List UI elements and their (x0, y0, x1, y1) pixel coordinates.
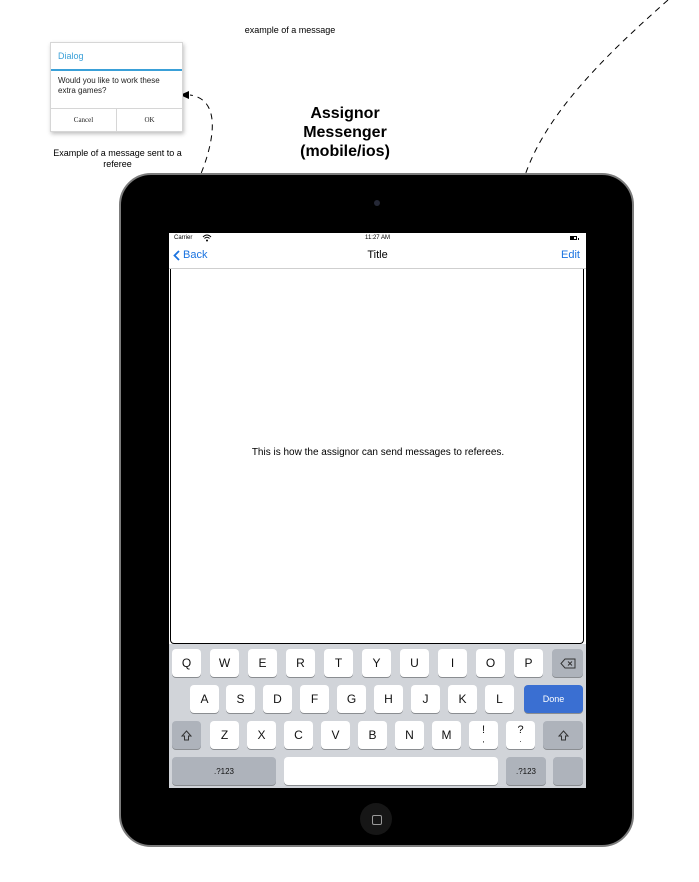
key-y[interactable]: Y (362, 649, 391, 677)
content-message: This is how the assignor can send messag… (251, 447, 505, 458)
key-k[interactable]: K (448, 685, 477, 713)
dialog-connector-line (189, 94, 213, 184)
dialog-title-rule (51, 69, 182, 71)
message-content-area[interactable]: This is how the assignor can send messag… (170, 269, 584, 644)
numbers-key-right[interactable]: .?123 (506, 757, 546, 785)
dialog-title: Dialog (58, 51, 84, 61)
example-dialog: Dialog Would you like to work these extr… (50, 42, 183, 132)
key-b[interactable]: B (358, 721, 387, 749)
key-f[interactable]: F (300, 685, 329, 713)
key-question-period[interactable]: ? . (506, 721, 535, 749)
key-t[interactable]: T (324, 649, 353, 677)
key-h[interactable]: H (374, 685, 403, 713)
key-m[interactable]: M (432, 721, 461, 749)
shift-icon (557, 729, 569, 740)
title-line-3: (mobile/ios) (300, 143, 390, 160)
key-l[interactable]: L (485, 685, 514, 713)
status-time: 11:27 AM (365, 235, 390, 241)
nav-bar: Back Title Edit (169, 244, 586, 269)
key-v[interactable]: V (321, 721, 350, 749)
key-o[interactable]: O (476, 649, 505, 677)
keyboard-dismiss-key[interactable] (553, 757, 583, 785)
key-s[interactable]: S (226, 685, 255, 713)
key-w[interactable]: W (210, 649, 239, 677)
key-q[interactable]: Q (172, 649, 201, 677)
battery-icon (570, 236, 579, 240)
camera-icon (374, 200, 380, 206)
status-bar: Carrier 11:27 AM (169, 233, 586, 244)
space-key[interactable] (284, 757, 498, 785)
key-p[interactable]: P (514, 649, 543, 677)
dialog-ok-button[interactable]: OK (116, 109, 182, 131)
example-message-label: example of a message (244, 25, 336, 35)
key-question-label: ? (517, 724, 524, 736)
dialog-message: Would you like to work these extra games… (58, 76, 160, 95)
numbers-key-left[interactable]: .?123 (172, 757, 276, 785)
key-n[interactable]: N (395, 721, 424, 749)
ipad-screen: Carrier 11:27 AM Back Title Edit This is… (169, 233, 586, 788)
key-g[interactable]: G (337, 685, 366, 713)
keyboard: Q W E R T Y U I O P A S D F G H J K L Do… (169, 644, 586, 788)
backspace-icon (559, 658, 575, 668)
key-x[interactable]: X (247, 721, 276, 749)
edit-button[interactable]: Edit (561, 249, 580, 261)
shift-right-key[interactable] (543, 721, 583, 749)
key-a[interactable]: A (190, 685, 219, 713)
key-exclaim-label: ! (481, 724, 486, 736)
shift-left-key[interactable] (172, 721, 201, 749)
sent-message-caption: Example of a message sent to a referee (53, 148, 182, 169)
title-line-1: Assignor (310, 105, 380, 122)
home-square-icon (372, 815, 382, 825)
key-d[interactable]: D (263, 685, 292, 713)
key-exclaim-comma[interactable]: ! , (469, 721, 498, 749)
shift-icon (181, 729, 192, 740)
key-c[interactable]: C (284, 721, 313, 749)
done-key[interactable]: Done (524, 685, 583, 713)
key-period-label: . (519, 735, 522, 744)
key-e[interactable]: E (248, 649, 277, 677)
key-r[interactable]: R (286, 649, 315, 677)
key-comma-label: , (482, 735, 485, 744)
key-j[interactable]: J (411, 685, 440, 713)
key-u[interactable]: U (400, 649, 429, 677)
diagram-title: Assignor Messenger (mobile/ios) (270, 104, 420, 161)
backspace-key[interactable] (552, 649, 583, 677)
key-z[interactable]: Z (210, 721, 239, 749)
title-line-2: Messenger (303, 124, 387, 141)
dialog-cancel-button[interactable]: Cancel (51, 109, 116, 131)
dialog-buttons: Cancel OK (51, 108, 182, 131)
nav-title: Title (367, 249, 388, 261)
key-i[interactable]: I (438, 649, 467, 677)
